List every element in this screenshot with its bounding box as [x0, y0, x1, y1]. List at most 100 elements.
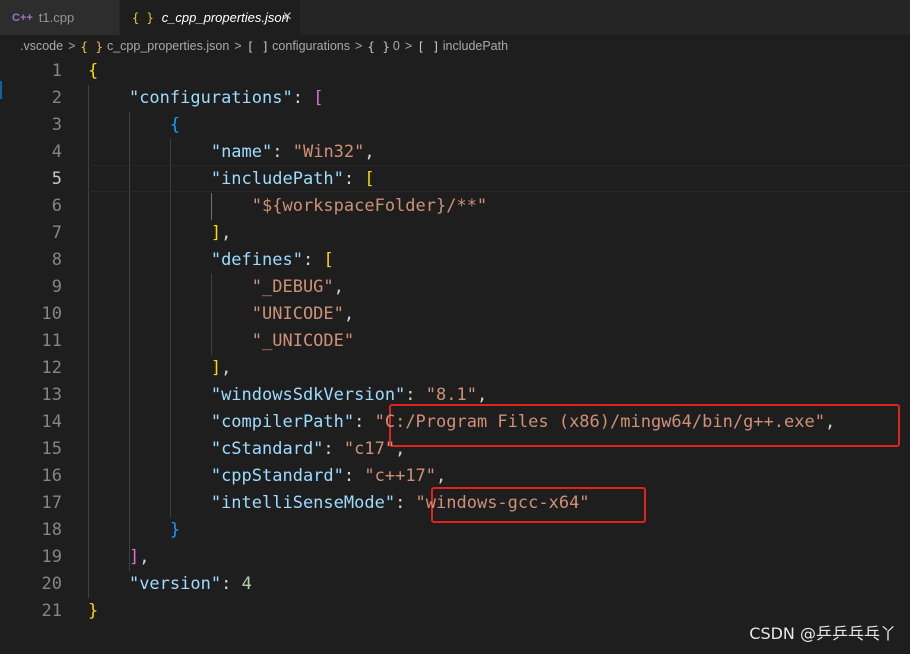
- tab-label: c_cpp_properties.json: [161, 10, 289, 25]
- code-text: }: [88, 517, 180, 544]
- code-token: ,: [343, 304, 355, 324]
- line-number: 19: [41, 547, 62, 567]
- line-number: 17: [41, 493, 62, 513]
- line-number: 7: [51, 223, 62, 243]
- line-number: 13: [41, 385, 62, 405]
- code-line[interactable]: 8 "defines": [: [0, 247, 910, 274]
- code-token: 4: [241, 574, 252, 594]
- code-token: "cppStandard": [210, 466, 344, 486]
- code-line[interactable]: 1{: [0, 58, 910, 85]
- line-number: 1: [51, 61, 62, 81]
- breadcrumb-folder[interactable]: .vscode: [20, 39, 63, 53]
- code-token: "name": [210, 142, 273, 162]
- code-text: "windowsSdkVersion": "8.1",: [88, 382, 487, 409]
- line-number: 16: [41, 466, 62, 486]
- code-line[interactable]: 16 "cppStandard": "c++17",: [0, 463, 910, 490]
- code-token: ,: [436, 466, 447, 486]
- code-text: "cStandard": "c17",: [88, 436, 406, 463]
- chevron-right-icon: >: [234, 39, 242, 53]
- line-number: 15: [41, 439, 62, 459]
- code-line[interactable]: 9 "_DEBUG",: [0, 274, 910, 301]
- code-text: "compilerPath": "C:/Program Files (x86)/…: [88, 409, 835, 436]
- code-line[interactable]: 2 "configurations": [: [0, 85, 910, 112]
- line-number: 6: [51, 196, 62, 216]
- code-token: ]: [210, 358, 222, 378]
- code-editor[interactable]: 1{2 "configurations": [3 {4 "name": "Win…: [0, 57, 910, 654]
- line-number: 18: [41, 520, 62, 540]
- code-text: {: [88, 112, 180, 139]
- code-line[interactable]: 15 "cStandard": "c17",: [0, 436, 910, 463]
- line-number: 11: [41, 331, 62, 351]
- tab-t1-cpp[interactable]: C++ t1.cpp: [0, 0, 120, 35]
- code-token: [: [313, 88, 324, 108]
- code-token: "${workspaceFolder}/**": [251, 196, 488, 216]
- code-token: ,: [364, 142, 375, 162]
- code-line[interactable]: 18 }: [0, 517, 910, 544]
- code-line[interactable]: 11 "_UNICODE": [0, 328, 910, 355]
- code-token: "Win32": [292, 142, 365, 162]
- code-token: "_DEBUG": [251, 277, 334, 297]
- breadcrumb-file[interactable]: c_cpp_properties.json: [107, 39, 229, 53]
- code-line[interactable]: 13 "windowsSdkVersion": "8.1",: [0, 382, 910, 409]
- code-token: ]: [210, 223, 222, 243]
- chevron-right-icon: >: [355, 39, 363, 53]
- line-number: 21: [41, 601, 62, 621]
- breadcrumb-includepath[interactable]: includePath: [443, 39, 508, 53]
- object-icon: { }: [367, 38, 390, 54]
- code-token: "configurations": [128, 88, 293, 108]
- code-line[interactable]: 14 "compilerPath": "C:/Program Files (x8…: [0, 409, 910, 436]
- code-text: }: [88, 598, 98, 625]
- line-number: 20: [41, 574, 62, 594]
- code-text: "defines": [: [88, 247, 334, 274]
- code-line[interactable]: 3 {: [0, 112, 910, 139]
- code-line[interactable]: 20 "version": 4: [0, 571, 910, 598]
- code-token: "c17": [343, 439, 396, 459]
- code-token: ,: [824, 412, 836, 432]
- breadcrumb-configurations[interactable]: configurations: [272, 39, 350, 53]
- code-token: {: [88, 61, 99, 81]
- line-number: 4: [51, 142, 62, 162]
- close-icon[interactable]: ×: [283, 8, 292, 26]
- code-text: "intelliSenseMode": "windows-gcc-x64": [88, 490, 590, 517]
- code-line[interactable]: 4 "name": "Win32",: [0, 139, 910, 166]
- code-line[interactable]: 10 "UNICODE",: [0, 301, 910, 328]
- tab-c-cpp-properties-json[interactable]: { } c_cpp_properties.json ×: [120, 0, 300, 35]
- code-token: "windows-gcc-x64": [415, 493, 590, 513]
- code-line[interactable]: 5 "includePath": [: [0, 166, 910, 193]
- code-token: :: [221, 574, 242, 594]
- code-text: "_DEBUG",: [88, 274, 344, 301]
- code-line[interactable]: 7 ],: [0, 220, 910, 247]
- breadcrumb-index[interactable]: 0: [393, 39, 400, 53]
- code-token: :: [292, 88, 314, 108]
- code-token: "compilerPath": [210, 412, 355, 432]
- code-token: "c++17": [364, 466, 437, 486]
- line-number: 3: [51, 115, 62, 135]
- code-token: ,: [221, 223, 232, 243]
- code-line[interactable]: 17 "intelliSenseMode": "windows-gcc-x64": [0, 490, 910, 517]
- code-line[interactable]: 6 "${workspaceFolder}/**": [0, 193, 910, 220]
- code-token: :: [395, 493, 416, 513]
- array-icon: [ ]: [417, 38, 440, 54]
- code-token: :: [272, 142, 293, 162]
- code-token: }: [169, 520, 181, 540]
- code-token: :: [354, 412, 375, 432]
- watermark: CSDN @乒乒乓乓丫: [749, 624, 896, 643]
- code-token: [: [323, 250, 334, 270]
- code-text: "UNICODE",: [88, 301, 354, 328]
- code-text: "includePath": [: [88, 166, 375, 193]
- cpp-file-icon: C++: [12, 11, 33, 24]
- code-line[interactable]: 12 ],: [0, 355, 910, 382]
- code-line[interactable]: 19 ],: [0, 544, 910, 571]
- tab-bar: C++ t1.cpp { } c_cpp_properties.json ×: [0, 0, 910, 35]
- breadcrumb: .vscode > { } c_cpp_properties.json > [ …: [0, 35, 910, 57]
